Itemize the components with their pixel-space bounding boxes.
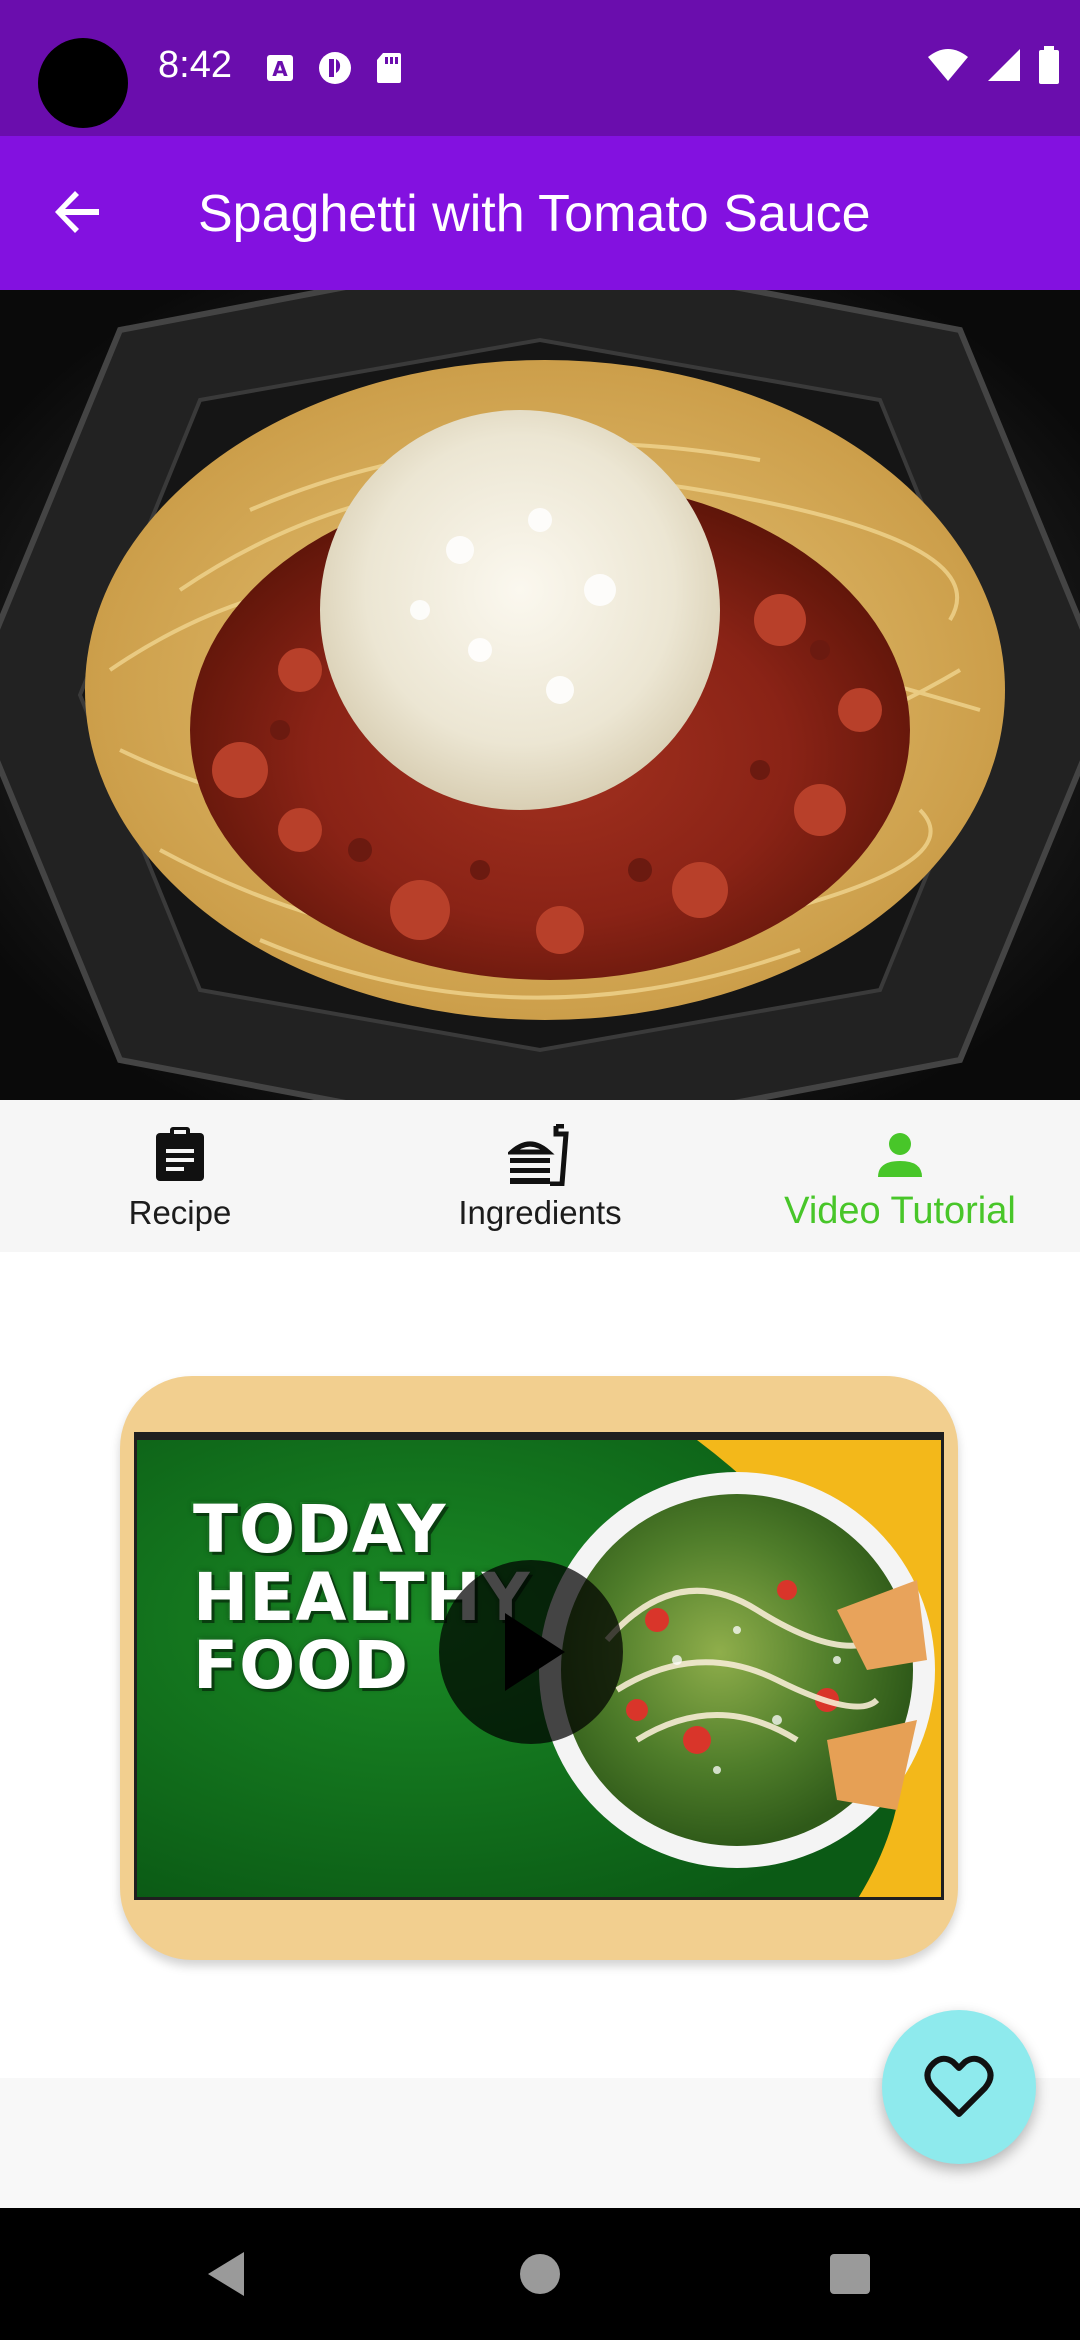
system-nav-bar <box>0 2208 1080 2340</box>
status-bar: 8:42 A <box>0 0 1080 136</box>
favorite-button[interactable] <box>882 2010 1036 2164</box>
page-title: Spaghetti with Tomato Sauce <box>198 185 871 243</box>
wifi-icon <box>928 49 968 81</box>
battery-icon <box>1039 46 1059 84</box>
video-thumbnail[interactable]: TODAY HEALTHY FOOD <box>134 1432 944 1900</box>
tab-ingredients[interactable]: Ingredients <box>360 1100 720 1252</box>
home-circle-icon <box>520 2254 560 2294</box>
play-button[interactable] <box>439 1560 623 1744</box>
tab-bar: Recipe Ingredients Video Tutorial <box>0 1100 1080 1252</box>
svg-text:A: A <box>272 57 288 81</box>
nav-home-button[interactable] <box>480 2208 600 2340</box>
back-button[interactable] <box>40 174 116 250</box>
heart-outline-icon <box>924 2055 994 2117</box>
arrow-back-icon <box>55 191 99 233</box>
tab-label: Ingredients <box>458 1194 622 1231</box>
person-icon <box>876 1124 924 1186</box>
recents-square-icon <box>830 2254 870 2294</box>
fastfood-icon <box>508 1124 572 1186</box>
status-icons-right <box>926 46 1060 84</box>
play-icon <box>505 1613 565 1691</box>
tab-label: Video Tutorial <box>784 1189 1016 1232</box>
nav-recents-button[interactable] <box>790 2208 910 2340</box>
status-icons-left: A <box>265 50 403 86</box>
thumbnail-line: TODAY <box>193 1491 447 1568</box>
back-triangle-icon <box>208 2252 244 2296</box>
nav-back-button[interactable] <box>166 2208 286 2340</box>
text-a-icon: A <box>267 55 293 81</box>
sd-card-icon <box>377 53 401 83</box>
tab-recipe[interactable]: Recipe <box>0 1100 360 1252</box>
status-time: 8:42 <box>158 44 232 86</box>
data-saver-icon <box>319 52 351 84</box>
camera-cutout <box>38 38 128 128</box>
spaghetti-photo <box>0 290 1080 1100</box>
recipe-hero-image <box>0 290 1080 1100</box>
tab-label: Recipe <box>128 1194 232 1231</box>
clipboard-icon <box>154 1124 206 1186</box>
app-bar: Spaghetti with Tomato Sauce <box>0 136 1080 290</box>
video-tutorial-content: TODAY HEALTHY FOOD <box>0 1252 1080 2078</box>
signal-icon <box>988 49 1020 81</box>
tab-video-tutorial[interactable]: Video Tutorial <box>720 1100 1080 1252</box>
video-card: TODAY HEALTHY FOOD <box>120 1376 958 1960</box>
